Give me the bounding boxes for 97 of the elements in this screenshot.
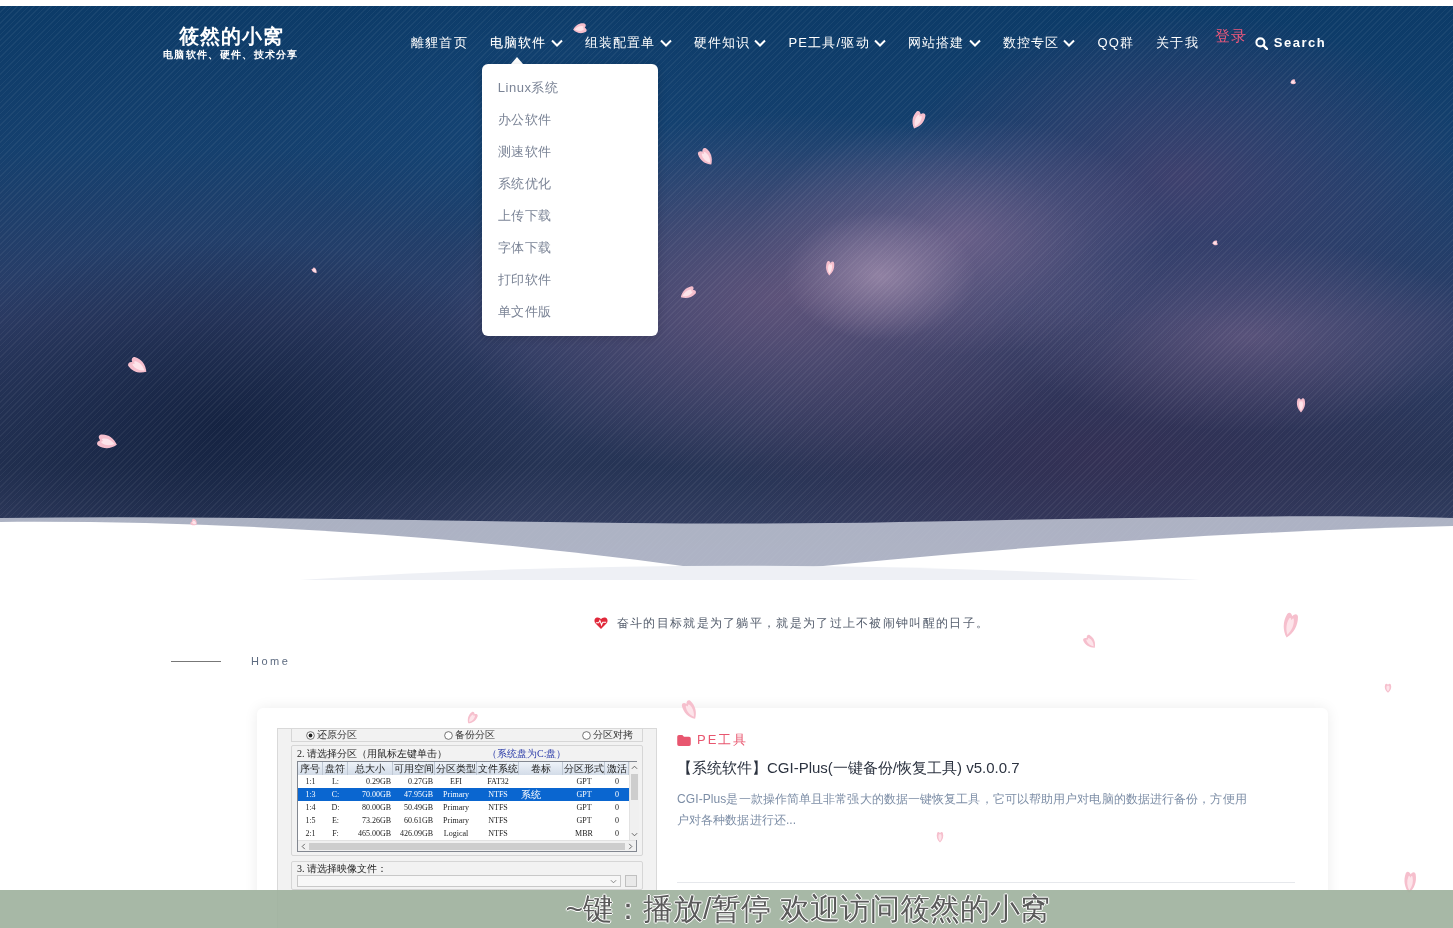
table-cell-text: F: [331, 828, 340, 840]
table-cell-text: 系统 [520, 788, 542, 801]
scroll-down-icon[interactable] [631, 832, 638, 837]
chevron-down-icon [610, 878, 617, 884]
menu-item[interactable]: Linux系统 [481, 72, 658, 104]
petal-icon [571, 21, 589, 36]
scroll-left-icon[interactable] [301, 842, 306, 850]
table-cell-text: 0 [614, 789, 620, 801]
petal-icon [1211, 239, 1219, 247]
player-hint-text: ~键：播放/暂停 欢迎访问筱然的小窝 [565, 891, 1050, 927]
post-excerpt: CGI-Plus是一款操作简单且非常强大的数据一键恢复工具，它可以帮助用户对电脑的数据进行备份，方便用户对各种数据进行还... [677, 791, 1248, 829]
table-cell-text: NTFS [487, 828, 509, 840]
radio-option[interactable]: 还原分区 [306, 729, 444, 741]
menu-item[interactable]: 办公软件 [481, 104, 658, 136]
nav-link[interactable]: 关于我 [1156, 34, 1199, 52]
search-button[interactable]: Search [1254, 34, 1327, 52]
nav-link[interactable]: QQ群 [1097, 34, 1135, 52]
table-cell-text: 0 [614, 776, 620, 788]
table-cell-text: Primary [442, 802, 470, 814]
petal-icon [1296, 397, 1306, 413]
vertical-scrollbar[interactable] [629, 762, 639, 840]
table-cell-text: C: [330, 789, 341, 801]
table-cell-text: GPT [575, 815, 593, 827]
table-cell-text: 0 [614, 828, 620, 840]
breadcrumb-link[interactable]: Home [251, 653, 291, 669]
nav-link[interactable]: 电脑软件 [489, 34, 563, 52]
table-cell-text: L: [330, 776, 341, 788]
table-cell-text: Primary [442, 789, 470, 801]
scroll-up-icon[interactable] [631, 765, 638, 770]
petal-icon [936, 831, 944, 843]
table-cell-text: 2:1 [304, 828, 317, 840]
radio-option[interactable]: 备份分区 [444, 729, 582, 741]
table-cell-text: GPT [575, 802, 593, 814]
menu-item[interactable]: 系统优化 [481, 168, 658, 200]
motto-text: 奋斗的目标就是为了躺平，就是为了过上不被闹钟叫醒的日子。 [616, 615, 990, 631]
radio-option[interactable]: 分区对拷 [582, 729, 642, 741]
petal-icon [1384, 683, 1392, 693]
table-cell-text: 0.29GB [364, 776, 392, 788]
nav-link[interactable]: PE工具/驱动 [788, 34, 886, 52]
table-cell-text: 73.26GB [360, 815, 392, 827]
table-cell-text: 60.61GB [402, 815, 434, 827]
nav-link[interactable]: 数控专区 [1002, 34, 1076, 52]
table-cell-text: 465.00GB [356, 828, 392, 840]
menu-item[interactable]: 打印软件 [481, 264, 658, 296]
table-cell-text: 0 [614, 815, 620, 827]
table-cell-text: 1:4 [304, 802, 317, 814]
petal-icon [188, 517, 200, 528]
table-cell-text: FAT32 [486, 776, 510, 788]
nav-link[interactable]: 网站搭建 [907, 34, 981, 52]
table-cell-text: D: [330, 802, 341, 814]
menu-item[interactable]: 字体下载 [481, 232, 658, 264]
site-title[interactable]: 筱然的小窝 [160, 24, 302, 48]
table-cell-text: 47.95GB [402, 789, 434, 801]
category-link[interactable]: PE工具 [697, 732, 749, 748]
table-cell-text: E: [330, 815, 341, 827]
post-title[interactable]: 【系统软件】CGI-Plus(一键备份/恢复工具) v5.0.0.7 [677, 758, 1020, 778]
table-cell-text: 70.00GB [360, 789, 392, 801]
horizontal-scrollbar[interactable] [298, 840, 636, 851]
table-cell-text: NTFS [487, 815, 509, 827]
table-cell-text: MBR [574, 828, 594, 840]
table-cell-text: 1:3 [304, 789, 317, 801]
table-cell-text: NTFS [487, 789, 509, 801]
table-cell-text: GPT [575, 776, 593, 788]
table-row[interactable]: 1:3 C: 70.00GB 47.95GB Primary NTFS 系统 GPT 0 [298, 788, 629, 801]
table-cell-text: Logical [442, 828, 470, 840]
table-cell-text: GPT [575, 789, 593, 801]
group-note: （系统盘为C:盘） [487, 747, 567, 761]
table-cell-text: 0 [614, 802, 620, 814]
table-cell-text: 80.00GB [360, 802, 392, 814]
nav-link[interactable]: 離貍首页 [411, 34, 468, 52]
scrollbar-thumb[interactable] [309, 842, 625, 850]
table-cell-text: Primary [442, 815, 470, 827]
folder-icon [677, 734, 691, 746]
nav-link[interactable]: 硬件知识 [693, 34, 767, 52]
table-cell-text: NTFS [487, 802, 509, 814]
table-cell-text: EFI [449, 776, 463, 788]
table-cell-text: 1:5 [304, 815, 317, 827]
table-cell-text: 50.49GB [402, 802, 434, 814]
menu-item[interactable]: 单文件版 [481, 296, 658, 328]
image-file-select[interactable] [297, 875, 621, 887]
scrollbar-thumb[interactable] [631, 774, 638, 800]
menu-item[interactable]: 测速软件 [481, 136, 658, 168]
browse-button[interactable] [625, 875, 637, 887]
site-tagline: 电脑软件、硬件、技术分享 [162, 48, 300, 62]
menu-item[interactable]: 上传下载 [481, 200, 658, 232]
scroll-right-icon[interactable] [628, 842, 633, 850]
group-title: 2. 请选择分区（用鼠标左键单击） [297, 747, 447, 761]
petal-icon [824, 259, 836, 277]
search-icon [1254, 36, 1268, 50]
table-cell-text: 426.09GB [398, 828, 434, 840]
nav-link[interactable]: 组装配置单 [584, 34, 672, 52]
table-cell-text: 1:1 [304, 776, 317, 788]
petal-icon [1289, 78, 1297, 86]
table-cell-text: 0.27GB [406, 776, 434, 788]
group-title: 3. 请选择映像文件： [297, 863, 387, 875]
heartbeat-icon [593, 617, 608, 629]
petal-icon [310, 266, 319, 275]
